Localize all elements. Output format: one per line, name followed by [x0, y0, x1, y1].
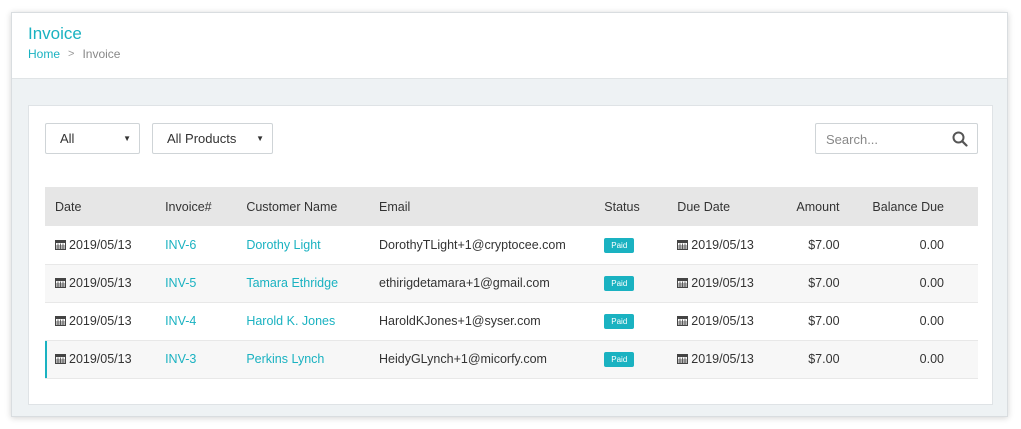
due-date-cell: 2019/05/13: [667, 264, 768, 302]
email-cell: DorothyTLight+1@cryptocee.com: [379, 237, 566, 252]
status-cell: Paid: [594, 340, 667, 378]
status-badge: Paid: [604, 237, 635, 253]
table-row[interactable]: 2019/05/13 INV-6 Dorothy Light DorothyTL…: [45, 226, 978, 264]
calendar-icon: [677, 316, 689, 326]
date-cell: 2019/05/13: [45, 264, 155, 302]
breadcrumb: Home > Invoice: [28, 47, 120, 61]
balance-cell: 0.00: [919, 314, 944, 328]
due-date-cell: 2019/05/13: [667, 226, 768, 264]
status-badge: Paid: [604, 276, 635, 291]
invoice-table: Date Invoice# Customer Name Email Status…: [45, 187, 978, 379]
calendar-icon: [55, 239, 66, 250]
product-filter-value: All Products: [167, 131, 237, 146]
date-cell: 2019/05/13: [45, 226, 155, 264]
due-date-cell: 2019/05/13: [667, 302, 768, 340]
calendar-icon: [677, 278, 689, 288]
due-date-text: 2019/05/13: [691, 276, 754, 290]
customer-link[interactable]: Dorothy Light: [236, 226, 369, 264]
header-amount[interactable]: Amount: [768, 187, 855, 226]
search-box: [815, 123, 978, 154]
due-date-text: 2019/05/13: [691, 352, 754, 366]
email-cell: HeidyGLynch+1@micorfy.com: [379, 352, 547, 366]
table-row[interactable]: 2019/05/13 INV-5 Tamara Ethridge ethirig…: [45, 264, 978, 302]
status-badge: Paid: [604, 314, 635, 329]
header-due-date[interactable]: Due Date: [667, 187, 768, 226]
customer-link[interactable]: Perkins Lynch: [236, 340, 369, 378]
page-title: Invoice: [28, 24, 82, 43]
invoice-link[interactable]: INV-5: [155, 264, 236, 302]
table-row[interactable]: 2019/05/13 INV-4 Harold K. Jones HaroldK…: [45, 302, 978, 340]
due-date-cell: 2019/05/13: [667, 340, 768, 378]
table-row[interactable]: 2019/05/13 INV-3 Perkins Lynch HeidyGLyn…: [45, 340, 978, 378]
table-header-row: Date Invoice# Customer Name Email Status…: [45, 187, 978, 226]
customer-link[interactable]: Harold K. Jones: [236, 302, 369, 340]
balance-cell: 0.00: [919, 237, 944, 252]
search-input[interactable]: [826, 130, 946, 148]
calendar-icon: [677, 354, 689, 364]
email-cell: ethirigdetamara+1@gmail.com: [379, 276, 550, 290]
breadcrumb-home-link[interactable]: Home: [28, 47, 60, 61]
calendar-icon: [677, 239, 689, 250]
status-filter-select[interactable]: All ▼: [45, 123, 140, 154]
header-invoice[interactable]: Invoice#: [155, 187, 236, 226]
due-date-text: 2019/05/13: [691, 237, 754, 252]
status-cell: Paid: [594, 264, 667, 302]
amount-cell: $7.00: [808, 314, 840, 328]
balance-cell: 0.00: [919, 352, 944, 366]
invoice-link[interactable]: INV-6: [155, 226, 236, 264]
email-cell: HaroldKJones+1@syser.com: [379, 314, 541, 328]
date-text: 2019/05/13: [69, 314, 132, 328]
date-cell: 2019/05/13: [45, 302, 155, 340]
balance-cell: 0.00: [919, 276, 944, 290]
date-text: 2019/05/13: [69, 237, 132, 252]
status-cell: Paid: [594, 226, 667, 264]
caret-down-icon: ▼: [123, 134, 131, 143]
invoice-link[interactable]: INV-4: [155, 302, 236, 340]
search-icon[interactable]: [952, 131, 968, 147]
amount-cell: $7.00: [808, 276, 840, 290]
invoice-card: All ▼ All Products ▼ Date Invoice# Custo…: [28, 105, 993, 405]
chevron-right-icon: >: [68, 48, 75, 60]
caret-down-icon: ▼: [256, 134, 264, 143]
calendar-icon: [55, 278, 66, 288]
header-email[interactable]: Email: [369, 187, 594, 226]
due-date-text: 2019/05/13: [691, 314, 754, 328]
status-cell: Paid: [594, 302, 667, 340]
page-header: Invoice Home > Invoice: [12, 13, 1007, 79]
calendar-icon: [55, 354, 66, 364]
app-window: Invoice Home > Invoice All ▼ All Product…: [11, 12, 1008, 417]
calendar-icon: [55, 316, 66, 326]
date-cell: 2019/05/13: [45, 340, 155, 378]
product-filter-select[interactable]: All Products ▼: [152, 123, 273, 154]
header-status[interactable]: Status: [594, 187, 667, 226]
date-text: 2019/05/13: [69, 352, 132, 366]
status-filter-value: All: [60, 131, 75, 146]
breadcrumb-current: Invoice: [82, 47, 121, 61]
header-customer[interactable]: Customer Name: [236, 187, 369, 226]
status-badge: Paid: [604, 352, 635, 367]
customer-link[interactable]: Tamara Ethridge: [236, 264, 369, 302]
invoice-link[interactable]: INV-3: [155, 340, 236, 378]
amount-cell: $7.00: [808, 352, 840, 366]
amount-cell: $7.00: [808, 237, 840, 252]
header-balance-due[interactable]: Balance Due: [856, 187, 978, 226]
date-text: 2019/05/13: [69, 276, 132, 290]
header-date[interactable]: Date: [45, 187, 155, 226]
